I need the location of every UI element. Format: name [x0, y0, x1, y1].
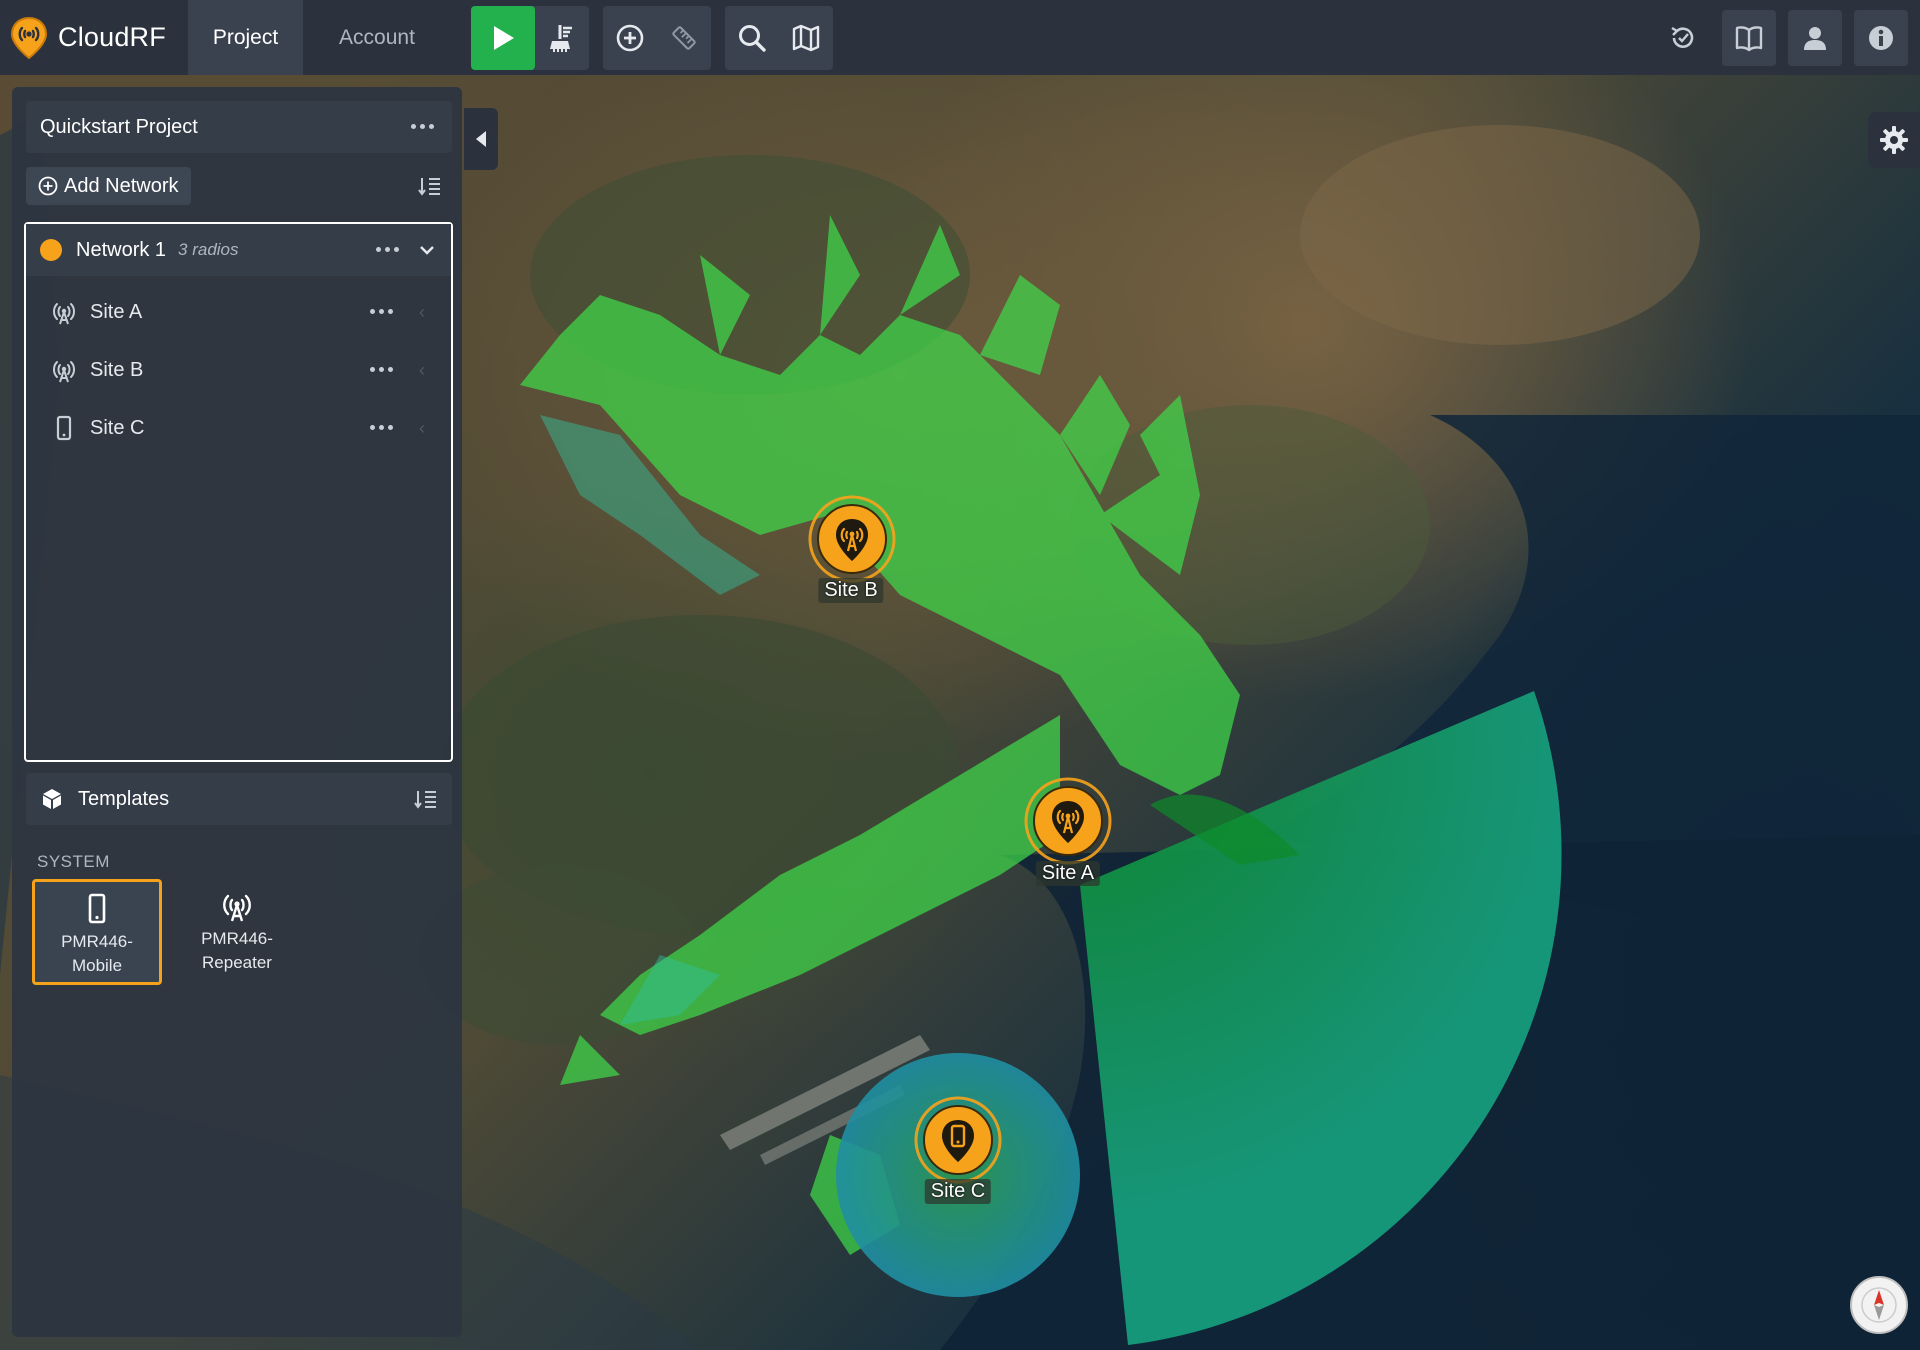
compass-icon [1861, 1287, 1897, 1323]
toolbar-group-view [725, 5, 833, 70]
templates-section-label: SYSTEM [37, 852, 110, 871]
mobile-icon [56, 415, 72, 441]
site-marker-c[interactable] [912, 1094, 1004, 1186]
network-card: Network 1 3 radios Site A ‹ Site B ‹ Sit… [24, 222, 453, 762]
search-button[interactable] [725, 6, 779, 70]
sort-networks-icon[interactable] [418, 175, 442, 197]
project-header[interactable]: Quickstart Project [26, 101, 452, 153]
cube-icon [43, 789, 61, 809]
caret-left-icon [476, 131, 486, 147]
tab-project[interactable]: Project [188, 0, 303, 75]
cloudrf-logo-icon [10, 16, 48, 59]
info-icon [1869, 25, 1893, 50]
clear-coverage-icon [550, 24, 572, 52]
template-pmr446-repeater[interactable]: PMR446- Repeater [172, 879, 302, 985]
run-button[interactable] [471, 5, 535, 70]
antenna-icon [808, 495, 896, 583]
docs-button[interactable] [1722, 9, 1776, 66]
site-name-a: Site A [90, 300, 143, 323]
templates-title: Templates [78, 787, 170, 810]
tab-account[interactable]: Account [303, 0, 451, 75]
site-row-a[interactable]: Site A ‹ [26, 284, 451, 340]
toolbar-group-edit [603, 5, 711, 70]
site-name-c: Site C [90, 416, 145, 439]
history-button[interactable] [1656, 10, 1710, 66]
site-b-menu-dots-icon[interactable] [370, 367, 393, 372]
antenna-icon [53, 361, 75, 383]
site-row-b[interactable]: Site B ‹ [26, 342, 451, 398]
ruler-icon [672, 25, 696, 50]
network-radio-count: 3 radios [178, 240, 239, 259]
project-title: Quickstart Project [40, 115, 198, 138]
project-panel: Quickstart Project Add Network Network 1… [12, 87, 462, 1337]
compass-button[interactable] [1850, 1276, 1908, 1334]
map-layers-button[interactable] [779, 6, 833, 70]
clear-coverage-button[interactable] [535, 6, 589, 70]
site-c-menu-dots-icon[interactable] [370, 425, 393, 430]
sort-templates-icon[interactable] [414, 788, 438, 810]
user-icon [1804, 26, 1826, 50]
add-network-button[interactable]: Add Network [26, 167, 191, 205]
project-menu-dots-icon[interactable] [411, 124, 434, 129]
antenna-icon [53, 303, 75, 325]
chevron-left-icon[interactable]: ‹ [419, 360, 425, 381]
template-pmr446-mobile[interactable]: PMR446- Mobile [32, 879, 162, 985]
site-row-c[interactable]: Site C ‹ [26, 400, 451, 456]
mobile-icon [88, 893, 106, 924]
docs-book-icon [1735, 25, 1763, 51]
toolbar-group-run [471, 5, 589, 70]
mobile-icon [914, 1096, 1002, 1184]
plus-circle-icon [38, 176, 58, 196]
history-icon [1671, 26, 1694, 48]
chevron-left-icon[interactable]: ‹ [419, 418, 425, 439]
add-network-label: Add Network [64, 174, 179, 197]
site-a-menu-dots-icon[interactable] [370, 309, 393, 314]
search-icon [739, 24, 766, 52]
gear-icon [1880, 126, 1908, 154]
ruler-button[interactable] [657, 6, 711, 70]
template-label: PMR446- Mobile [61, 932, 133, 975]
network-header[interactable]: Network 1 3 radios [26, 224, 451, 276]
site-marker-c-label: Site C [924, 1179, 992, 1204]
network-name: Network 1 [76, 238, 167, 261]
chevron-down-icon[interactable] [419, 244, 435, 256]
top-bar: CloudRF Project Account [0, 0, 1920, 75]
template-label: PMR446- Repeater [201, 929, 273, 972]
antenna-icon [223, 894, 251, 922]
collapse-panel-button[interactable] [464, 108, 498, 170]
brand[interactable]: CloudRF [0, 0, 188, 75]
chevron-left-icon[interactable]: ‹ [419, 302, 425, 323]
add-site-icon [616, 24, 644, 51]
map-settings-button[interactable] [1868, 112, 1920, 168]
templates-header[interactable]: Templates [26, 773, 452, 825]
site-marker-a-label: Site A [1035, 861, 1101, 886]
add-site-button[interactable] [603, 6, 657, 70]
site-marker-b-label: Site B [818, 578, 884, 603]
play-icon [494, 25, 514, 50]
antenna-icon [1024, 777, 1112, 865]
network-menu-dots-icon[interactable] [376, 247, 399, 252]
user-button[interactable] [1788, 9, 1842, 66]
app-name: CloudRF [58, 22, 166, 52]
map-layers-icon [792, 24, 820, 51]
site-name-b: Site B [90, 358, 144, 381]
info-button[interactable] [1854, 9, 1908, 66]
site-marker-b[interactable] [806, 493, 898, 585]
network-color-dot[interactable] [40, 239, 62, 261]
top-right-tools [1656, 0, 1920, 75]
site-marker-a[interactable] [1022, 775, 1114, 867]
